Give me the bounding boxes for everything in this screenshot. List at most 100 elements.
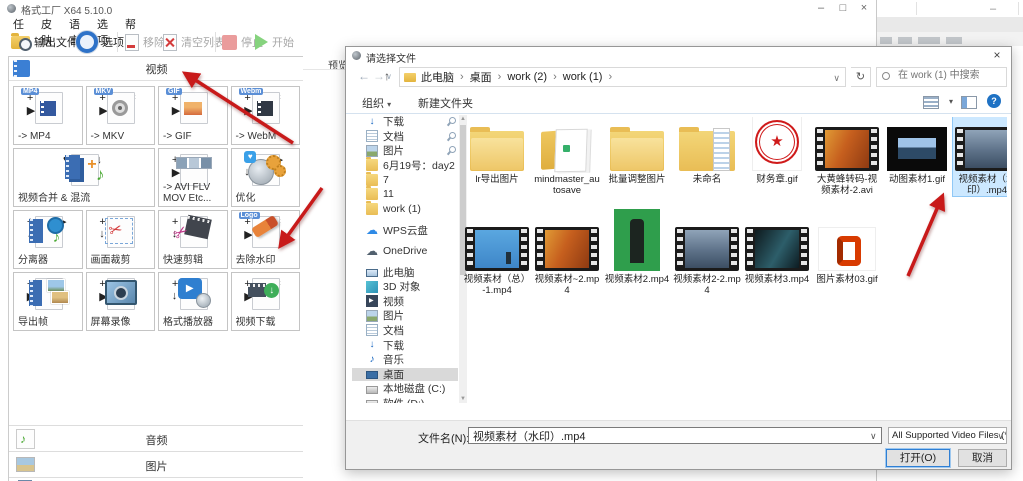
up-button[interactable]: ↑ bbox=[384, 69, 390, 83]
search-input[interactable] bbox=[896, 69, 1005, 82]
tool-tile[interactable]: Logo + ♪ ♥ bbox=[231, 210, 301, 269]
search-box[interactable] bbox=[876, 67, 1007, 87]
thumbnail-scene bbox=[624, 212, 650, 268]
sidebar-item[interactable]: OneDrive bbox=[352, 245, 458, 258]
sidebar-item[interactable]: 下载 bbox=[352, 115, 458, 128]
sidebar-item-label: OneDrive bbox=[383, 245, 427, 257]
tool-tile[interactable]: + ♪ ♥ ✂ bbox=[158, 272, 228, 331]
file-thumbnail bbox=[673, 117, 741, 171]
sidebar-item[interactable]: 软件 (D:) bbox=[352, 397, 458, 403]
file-type-icon bbox=[887, 127, 947, 171]
minimize-button[interactable]: – bbox=[812, 1, 830, 15]
breadcrumb: 此电脑 › 桌面 › work (2) › work (1) › bbox=[421, 69, 618, 85]
file-tile[interactable]: 图片素材03.gif bbox=[813, 205, 881, 296]
stop-icon bbox=[222, 35, 237, 50]
remove-button[interactable]: 移除 bbox=[125, 30, 165, 54]
minimize-icon[interactable]: – bbox=[990, 3, 996, 15]
tool-tile[interactable]: + ♪ ♥ ✂ bbox=[231, 148, 301, 207]
sidebar-item[interactable]: 图片 bbox=[352, 144, 458, 157]
section-picture[interactable]: 图片 bbox=[9, 451, 304, 477]
start-button[interactable]: 开始 bbox=[255, 30, 294, 54]
file-tile[interactable]: 视频素材2-2.mp4 bbox=[673, 205, 741, 296]
sidebar-item[interactable]: 图片 bbox=[352, 309, 458, 322]
thumbnail-scene bbox=[829, 231, 865, 267]
tile-label: 优化 bbox=[236, 193, 298, 204]
breadcrumb-segment[interactable]: work (2) bbox=[507, 71, 547, 83]
close-button[interactable]: × bbox=[855, 1, 873, 15]
breadcrumb-bar[interactable]: 此电脑 › 桌面 › work (2) › work (1) › ∨ bbox=[399, 67, 846, 87]
file-tile[interactable]: 视频素材2.mp4 bbox=[603, 205, 671, 296]
tool-tile[interactable]: MKV + ♪ ♥ ✂ bbox=[86, 86, 156, 145]
tool-tile[interactable]: + ♪ ♥ ✂ bbox=[13, 148, 155, 207]
file-tile[interactable]: 未命名 bbox=[673, 117, 741, 196]
file-tile[interactable]: 大黄蜂转码-视频素材-2.avi bbox=[813, 117, 881, 196]
sidebar-item[interactable]: WPS云盘 bbox=[352, 224, 458, 237]
tool-tile[interactable]: + ♪ ♥ ✂ bbox=[13, 272, 83, 331]
view-dropdown-icon[interactable]: ▾ bbox=[949, 97, 953, 106]
file-thumbnail bbox=[673, 205, 741, 271]
new-folder-button[interactable]: 新建文件夹 bbox=[418, 95, 473, 111]
section-audio[interactable]: 音频 bbox=[9, 425, 304, 451]
breadcrumb-segment[interactable]: 此电脑 bbox=[421, 69, 454, 85]
tile-label: 画面裁剪 bbox=[91, 255, 153, 266]
open-button[interactable]: 打开(O) bbox=[886, 449, 950, 467]
sidebar-item[interactable]: 视频 bbox=[352, 295, 458, 308]
file-tile[interactable]: lr导出图片 bbox=[463, 117, 531, 196]
tool-tile[interactable]: MP4 + ♪ ♥ ✂ bbox=[13, 86, 83, 145]
filename-dropdown-icon[interactable]: ∨ bbox=[870, 431, 877, 442]
dialog-nav-bar: ← → ∨ ↑ 此电脑 › bbox=[346, 65, 1011, 90]
sidebar-item[interactable]: 本地磁盘 (C:) bbox=[352, 382, 458, 395]
sidebar-item[interactable]: 3D 对象 bbox=[352, 280, 458, 293]
maximize-button[interactable]: □ bbox=[834, 1, 852, 15]
file-tile[interactable]: 视频素材3.mp4 bbox=[743, 205, 811, 296]
file-tile[interactable]: 财务章.gif bbox=[743, 117, 811, 196]
refresh-button[interactable]: ↻ bbox=[851, 67, 871, 87]
thumbnail-scene bbox=[755, 230, 799, 268]
cancel-button[interactable]: 取消 bbox=[958, 449, 1007, 467]
organize-label: 组织 bbox=[362, 98, 384, 110]
sidebar-item[interactable]: 文档 bbox=[352, 324, 458, 337]
search-icon bbox=[882, 72, 892, 82]
file-tile[interactable]: mindmaster_autosave bbox=[533, 117, 601, 196]
sidebar-item[interactable]: 7 bbox=[352, 173, 458, 186]
tool-tile[interactable]: + ♪ ♥ ✂ bbox=[158, 148, 228, 207]
breadcrumb-segment[interactable]: work (1) bbox=[563, 71, 603, 83]
file-tile[interactable]: 批量调整图片 bbox=[603, 117, 671, 196]
sidebar-item[interactable]: 音乐 bbox=[352, 353, 458, 366]
tool-tile[interactable]: + ♪ ♥ ✂ bbox=[13, 210, 83, 269]
sidebar-item[interactable]: 文档 bbox=[352, 130, 458, 143]
file-select-dialog: 请选择文件 × ← → ∨ ↑ bbox=[345, 46, 1012, 470]
sidebar-item[interactable]: 下载 bbox=[352, 339, 458, 352]
preview-pane-icon[interactable] bbox=[961, 96, 977, 109]
breadcrumb-dropdown-icon[interactable]: ∨ bbox=[833, 73, 840, 84]
dialog-close-button[interactable]: × bbox=[989, 48, 1005, 62]
organize-button[interactable]: 组织 ▾ bbox=[362, 95, 391, 111]
help-button[interactable]: ? bbox=[987, 94, 1001, 108]
filetype-select[interactable]: All Supported Video Files (*. ∨ bbox=[888, 427, 1007, 444]
panel-header[interactable]: 视频 bbox=[9, 57, 304, 81]
file-tile[interactable]: 动图素材1.gif bbox=[883, 117, 951, 196]
breadcrumb-segment[interactable]: 桌面 bbox=[470, 69, 492, 85]
tool-tile[interactable]: + ♪ ♥ ✂ bbox=[86, 210, 156, 269]
file-name: 批量调整图片 bbox=[603, 174, 671, 185]
tool-tile[interactable]: Webm + ♪ ♥ bbox=[231, 86, 301, 145]
filename-label: 文件名(N): bbox=[418, 430, 469, 446]
tool-tile[interactable]: + ♪ ♥ ✂ bbox=[86, 272, 156, 331]
sidebar-item[interactable]: 11 bbox=[352, 188, 458, 201]
file-tile[interactable]: 视频素材（水印）.mp4 bbox=[953, 117, 1007, 196]
view-mode-icon[interactable] bbox=[923, 96, 939, 109]
title-bar: 格式工厂 X64 5.10.0 – □ × bbox=[0, 0, 876, 16]
file-tile[interactable]: 视频素材~2.mp4 bbox=[533, 205, 601, 296]
tool-tile[interactable]: + ♪ ♥ ✂ bbox=[231, 272, 301, 331]
tool-tile[interactable]: + ♪ ♥ ✂ bbox=[158, 210, 228, 269]
back-button[interactable]: ← bbox=[358, 69, 370, 83]
file-tile[interactable]: 视频素材（总）-1.mp4 bbox=[463, 205, 531, 296]
tool-tile[interactable]: GIF + ♪ ♥ ✂ bbox=[158, 86, 228, 145]
filename-input[interactable] bbox=[468, 427, 882, 444]
tile-label: -> WebM bbox=[236, 131, 298, 142]
sidebar-item[interactable]: 此电脑 bbox=[352, 266, 458, 279]
sidebar-item[interactable]: work (1) bbox=[352, 203, 458, 216]
sidebar-item[interactable]: 6月19号：day2 bbox=[352, 159, 458, 172]
file-thumbnail bbox=[953, 117, 1007, 171]
sidebar-item[interactable]: 桌面 bbox=[352, 368, 458, 381]
